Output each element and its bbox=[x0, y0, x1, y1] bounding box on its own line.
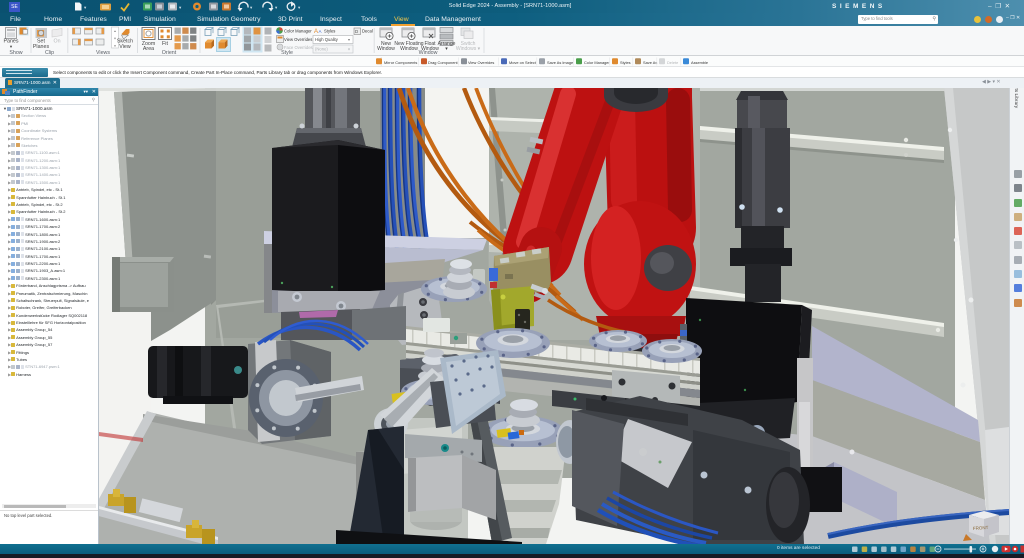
svg-text:▾: ▾ bbox=[445, 46, 448, 52]
svg-text:▴: ▴ bbox=[114, 29, 116, 33]
svg-text:View Overrides: View Overrides bbox=[284, 37, 312, 42]
svg-text:▾: ▾ bbox=[275, 5, 278, 10]
svg-text:View Overrides: View Overrides bbox=[468, 60, 494, 65]
svg-text:Mirror Components: Mirror Components bbox=[384, 60, 417, 65]
svg-text:Color Manager: Color Manager bbox=[284, 29, 312, 34]
svg-text:▾: ▾ bbox=[114, 37, 116, 41]
svg-text:Window: Window bbox=[421, 46, 439, 52]
svg-text:On: On bbox=[53, 39, 60, 45]
svg-text:Save As Image: Save As Image bbox=[547, 60, 573, 65]
svg-text:▾: ▾ bbox=[298, 5, 301, 10]
svg-text:▾: ▾ bbox=[348, 47, 350, 52]
svg-text:(None): (None) bbox=[315, 47, 328, 52]
svg-text:High Quality: High Quality bbox=[315, 37, 339, 42]
svg-text:Drag Component: Drag Component bbox=[428, 60, 459, 65]
svg-text:Windows ▾: Windows ▾ bbox=[456, 46, 481, 52]
svg-text:Planes: Planes bbox=[33, 44, 50, 50]
svg-text:Styles: Styles bbox=[620, 60, 631, 65]
svg-text:Window: Window bbox=[377, 46, 395, 52]
svg-text:Fit: Fit bbox=[162, 41, 168, 47]
svg-text:▾: ▾ bbox=[84, 5, 87, 10]
svg-text:▾: ▾ bbox=[10, 44, 13, 49]
svg-text:View: View bbox=[119, 44, 131, 50]
svg-text:Move on Select: Move on Select bbox=[509, 60, 537, 65]
svg-text:Delete: Delete bbox=[667, 60, 678, 65]
svg-text:Color Manager: Color Manager bbox=[584, 60, 610, 65]
svg-text:A: A bbox=[314, 29, 318, 35]
svg-text:Styles: Styles bbox=[324, 29, 335, 34]
svg-text:Window: Window bbox=[400, 46, 418, 52]
svg-text:Face Overrides: Face Overrides bbox=[284, 45, 313, 50]
svg-text:▾: ▾ bbox=[179, 5, 182, 10]
svg-text:Assemble: Assemble bbox=[691, 60, 708, 65]
svg-text:Save As: Save As bbox=[643, 60, 657, 65]
svg-text:▾: ▾ bbox=[348, 37, 350, 42]
svg-text:Decal: Decal bbox=[362, 29, 373, 34]
svg-text:▾: ▾ bbox=[114, 44, 116, 48]
svg-text:A: A bbox=[319, 29, 322, 34]
svg-text:▾: ▾ bbox=[250, 5, 253, 10]
svg-text:Area: Area bbox=[143, 46, 154, 52]
